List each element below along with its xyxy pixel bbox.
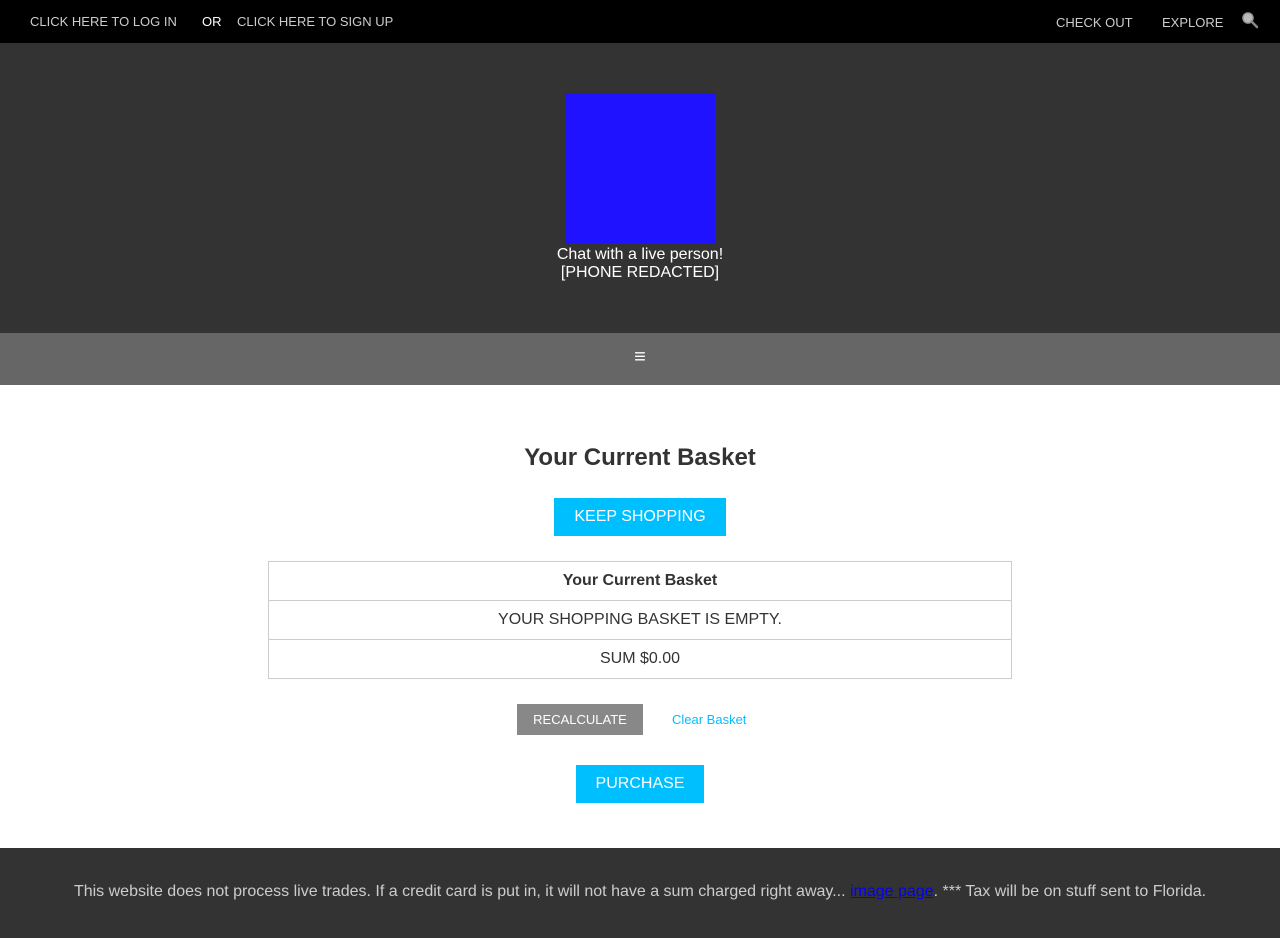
recalculate-button[interactable]: RECALCULATE: [517, 704, 643, 735]
search-icon[interactable]: [1241, 11, 1259, 29]
basket-sum: SUM $0.00: [268, 639, 1012, 679]
footer-text-after: . *** Tax will be on stuff sent to Flori…: [933, 883, 1207, 900]
keep-shopping-button[interactable]: KEEP SHOPPING: [554, 498, 726, 536]
table-header: Your Current Basket: [268, 561, 1012, 601]
or-separator: OR: [202, 14, 222, 29]
table-row: YOUR SHOPPING BASKET IS EMPTY.: [268, 600, 1012, 640]
footer-text-before: This website does not process live trade…: [73, 883, 850, 900]
image-page-link[interactable]: image page: [850, 883, 934, 900]
page-title: Your Current Basket: [524, 444, 756, 471]
chat-text: Chat with a live person!: [556, 246, 724, 263]
phone-text: [PHONE REDACTED]: [560, 264, 720, 281]
explore-link[interactable]: EXPLORE: [1162, 15, 1223, 30]
hero-banner: Chat with a live person! [PHONE REDACTED…: [0, 43, 1280, 333]
footer-text: This website does not process live trade…: [0, 882, 1280, 902]
top-bar: CLICK HERE TO LOG IN OR CLICK HERE TO SI…: [0, 0, 1280, 43]
purchase-button[interactable]: PURCHASE: [576, 765, 704, 803]
signup-link[interactable]: CLICK HERE TO SIGN UP: [237, 14, 393, 29]
nav-bar: ≡: [0, 333, 1280, 385]
empty-basket-message: YOUR SHOPPING BASKET IS EMPTY.: [268, 600, 1012, 640]
table-row: SUM $0.00: [268, 639, 1012, 679]
clear-basket-link[interactable]: Clear Basket: [672, 712, 746, 727]
logo-image: [565, 93, 715, 243]
login-link[interactable]: CLICK HERE TO LOG IN: [30, 14, 177, 29]
hamburger-menu-icon[interactable]: ≡: [630, 346, 650, 370]
basket-table: Your Current Basket YOUR SHOPPING BASKET…: [268, 561, 1012, 679]
footer: This website does not process live trade…: [0, 848, 1280, 938]
table-header-row: Your Current Basket: [268, 561, 1012, 601]
checkout-link[interactable]: CHECK OUT: [1056, 15, 1133, 30]
